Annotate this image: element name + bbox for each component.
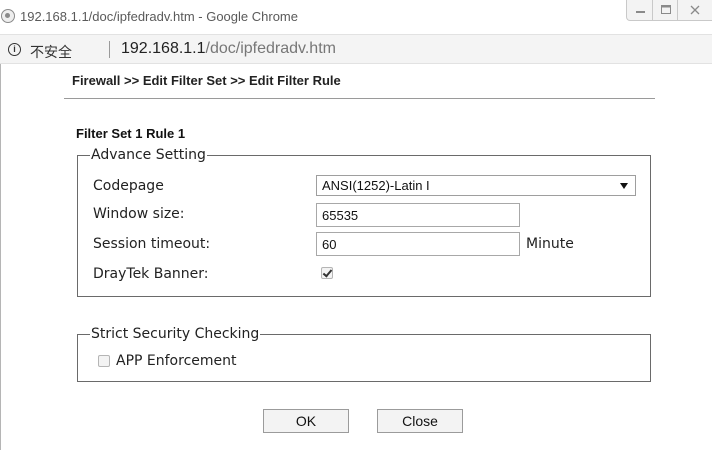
url-host: 192.168.1.1 (121, 40, 206, 57)
window-size-label: Window size: (93, 206, 185, 222)
maximize-icon[interactable] (652, 0, 678, 21)
url-text[interactable]: 192.168.1.1/doc/ipfedradv.htm (121, 40, 336, 58)
close-button[interactable]: Close (377, 409, 463, 433)
advance-setting-legend: Advance Setting (91, 147, 206, 163)
draytek-banner-checkbox[interactable] (321, 267, 333, 279)
codepage-value: ANSI(1252)-Latin I (322, 178, 430, 193)
page-content: Firewall >> Edit Filter Set >> Edit Filt… (0, 64, 712, 450)
window-controls (626, 0, 712, 22)
dropdown-arrow-icon (620, 183, 628, 189)
app-enforcement-label[interactable]: APP Enforcement (116, 353, 237, 369)
codepage-select[interactable]: ANSI(1252)-Latin I (316, 175, 636, 196)
codepage-label: Codepage (93, 178, 164, 194)
address-bar[interactable]: i 不安全 192.168.1.1/doc/ipfedradv.htm (0, 34, 712, 64)
minimize-icon[interactable] (626, 0, 653, 21)
session-timeout-input[interactable] (316, 232, 520, 256)
security-label[interactable]: 不安全 (30, 42, 72, 62)
breadcrumb: Firewall >> Edit Filter Set >> Edit Filt… (72, 73, 341, 88)
page-title: Filter Set 1 Rule 1 (76, 126, 186, 141)
chrome-icon (1, 9, 15, 23)
session-timeout-label: Session timeout: (93, 236, 211, 252)
window-titlebar: 192.168.1.1/doc/ipfedradv.htm - Google C… (0, 0, 712, 34)
strict-security-legend: Strict Security Checking (91, 326, 260, 342)
window-size-input[interactable] (316, 203, 520, 227)
url-path: /doc/ipfedradv.htm (205, 40, 336, 57)
session-timeout-unit: Minute (526, 236, 574, 252)
window-title: 192.168.1.1/doc/ipfedradv.htm - Google C… (20, 9, 298, 24)
draytek-banner-label: DrayTek Banner: (93, 266, 209, 282)
close-icon[interactable] (677, 0, 712, 21)
divider (64, 98, 655, 99)
address-separator (109, 41, 110, 58)
app-enforcement-checkbox[interactable] (98, 355, 110, 367)
info-icon[interactable]: i (8, 43, 21, 56)
ok-button[interactable]: OK (263, 409, 349, 433)
